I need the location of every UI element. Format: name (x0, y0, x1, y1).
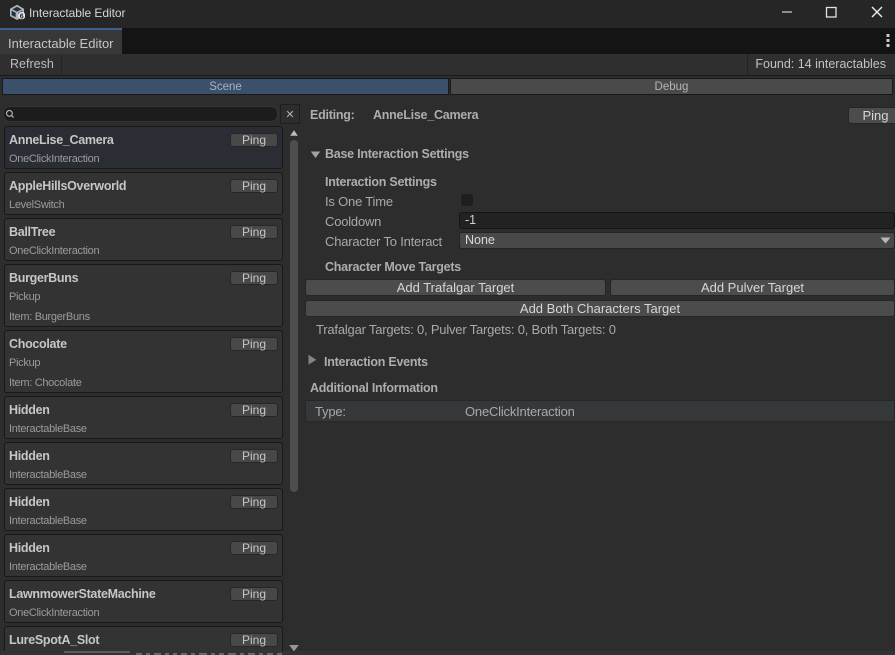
svg-text:6: 6 (20, 13, 24, 20)
